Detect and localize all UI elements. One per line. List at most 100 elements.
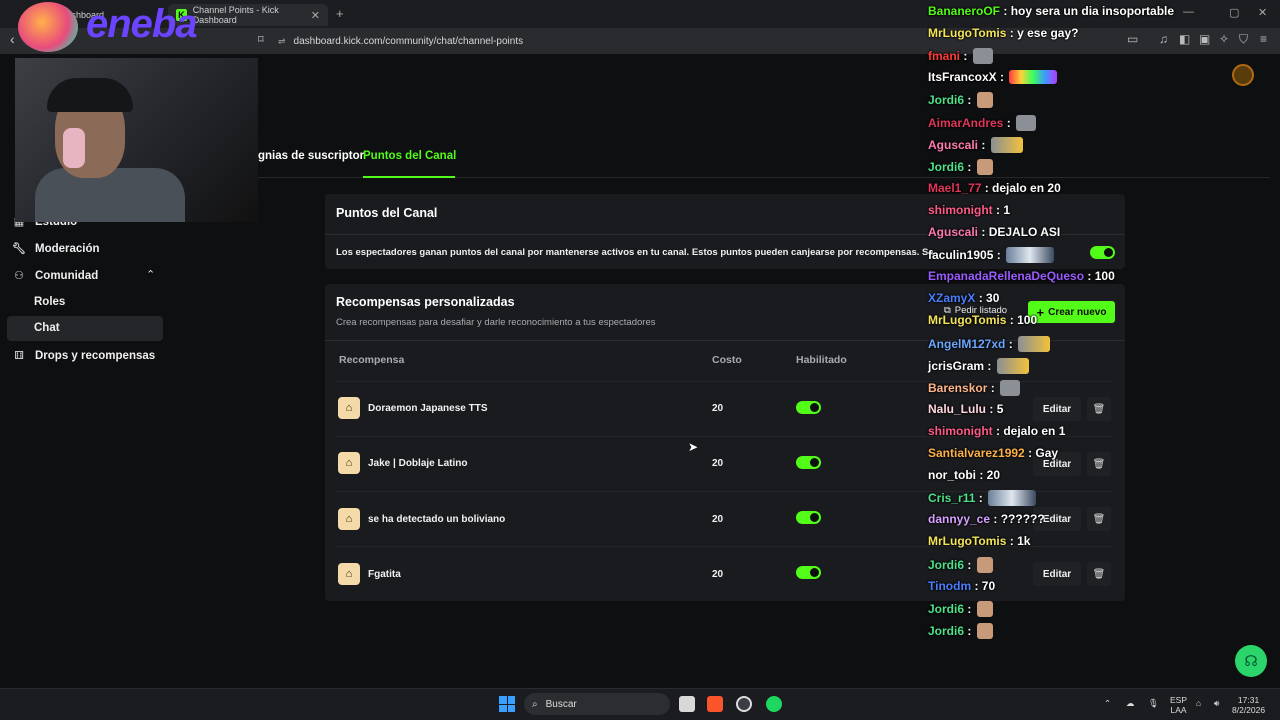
support-chat-icon[interactable]: ☊ [1235, 645, 1267, 677]
chat-username[interactable]: Jordi6 [928, 93, 964, 107]
column-header-cost: Costo [712, 354, 742, 366]
chat-separator: : [964, 623, 975, 638]
sidebar-item-chat[interactable]: Chat [34, 322, 60, 334]
chat-username[interactable]: shimonight [928, 203, 993, 217]
chat-username[interactable]: faculin1905 [928, 248, 993, 262]
reward-enabled-toggle[interactable] [796, 566, 821, 579]
taskbar-search[interactable]: ⌕ Buscar [524, 693, 670, 715]
sidebar-icon[interactable]: ◧ [1179, 32, 1190, 46]
mic-icon[interactable]: 🎙︎ [1148, 698, 1159, 708]
url-field[interactable]: ⇌ dashboard.kick.com/community/chat/chan… [278, 32, 918, 50]
chat-username[interactable]: AimarAndres [928, 116, 1003, 130]
wrench-icon: 🔧︎ [12, 243, 26, 255]
menu-icon[interactable]: ≡ [1260, 32, 1267, 46]
chat-username[interactable]: Jordi6 [928, 624, 964, 638]
chat-username[interactable]: Aguscali [928, 138, 978, 152]
chat-username[interactable]: ItsFrancoxX [928, 70, 997, 84]
bookmark-icon[interactable]: ⌑ [258, 33, 264, 46]
tab-channel-points-nav[interactable]: Puntos del Canal [363, 150, 456, 162]
chat-username[interactable]: Cris_r11 [928, 491, 975, 505]
chat-username[interactable]: Jordi6 [928, 160, 964, 174]
file-explorer-icon[interactable] [679, 696, 695, 712]
music-icon[interactable]: ♫ [1159, 32, 1168, 46]
sidebar-item-roles[interactable]: Roles [34, 296, 65, 308]
brave-icon[interactable] [707, 696, 723, 712]
site-info-icon[interactable]: ⇌ [278, 36, 286, 47]
chat-username[interactable]: Mael1_77 [928, 181, 981, 195]
chat-emote-icon [996, 357, 1029, 374]
network-icon[interactable]: ⌂ [1196, 698, 1201, 708]
chat-username[interactable]: Aguscali [928, 225, 978, 239]
mouse-cursor-icon: ➤ [688, 440, 699, 454]
chat-separator: : [976, 468, 987, 483]
chat-username[interactable]: EmpanadaRellenaDeQueso [928, 269, 1084, 283]
reader-icon[interactable]: ▭ [1127, 32, 1138, 46]
spotify-icon[interactable] [766, 696, 782, 712]
reward-enabled-toggle[interactable] [796, 511, 821, 524]
edit-button[interactable]: Editar [1033, 562, 1081, 586]
chat-username[interactable]: dannyy_ce [928, 512, 990, 526]
maximize-icon[interactable]: ▢ [1229, 6, 1239, 19]
plus-icon: + [1036, 304, 1045, 320]
chat-username[interactable]: MrLugoTomis [928, 313, 1006, 327]
chat-username[interactable]: BananeroOF [928, 4, 1000, 18]
tray-chevron-icon[interactable]: ⌃ [1104, 698, 1111, 708]
chat-separator: : [1084, 269, 1095, 284]
new-tab-icon[interactable]: + [336, 6, 344, 21]
volume-icon[interactable]: 🔊︎ [1214, 698, 1219, 708]
chat-username[interactable]: Barenskor [928, 381, 987, 395]
chat-separator: : [1000, 4, 1011, 18]
chat-username[interactable]: Jordi6 [928, 558, 964, 572]
chevron-up-icon[interactable]: ⌃ [146, 268, 155, 281]
chat-username[interactable]: nor_tobi [928, 468, 976, 482]
shield-icon[interactable]: ⛉ [1239, 32, 1248, 47]
chat-separator: : [992, 202, 1004, 217]
reward-enabled-toggle[interactable] [796, 456, 821, 469]
channel-points-toggle[interactable] [1090, 246, 1115, 259]
chat-message: BananeroOF : hoy sera un dia insoportabl… [928, 4, 1174, 18]
chat-username[interactable]: MrLugoTomis [928, 26, 1006, 40]
chat-username[interactable]: XZamyX [928, 291, 975, 305]
sidebar-item-comunidad[interactable]: ⚇ Comunidad [12, 269, 98, 283]
edit-button[interactable]: Editar [1033, 397, 1081, 421]
create-new-button[interactable]: + Crear nuevo [1028, 301, 1115, 323]
reward-enabled-toggle[interactable] [796, 401, 821, 414]
chat-username[interactable]: jcrisGram [928, 359, 984, 373]
close-window-icon[interactable]: ✕ [1258, 6, 1267, 19]
chat-username[interactable]: AngelM127xd [928, 337, 1005, 351]
trash-icon[interactable]: 🗑︎ [1087, 397, 1111, 421]
wallet-icon[interactable]: ▣ [1199, 32, 1210, 46]
cloud-icon[interactable]: ☁ [1126, 698, 1135, 708]
windows-start-icon[interactable] [499, 696, 515, 712]
ai-icon[interactable]: ✧ [1219, 32, 1229, 46]
trash-icon[interactable]: 🗑︎ [1087, 452, 1111, 476]
chat-username[interactable]: Jordi6 [928, 602, 964, 616]
user-avatar[interactable] [1232, 64, 1254, 86]
language-indicator[interactable]: ESP LAA [1170, 695, 1187, 715]
chat-username[interactable]: Santialvarez1992 [928, 446, 1025, 460]
chat-username[interactable]: MrLugoTomis [928, 534, 1006, 548]
sidebar-item-moderacion[interactable]: 🔧︎ Moderación [12, 242, 100, 256]
chat-username[interactable]: Tinodm [928, 579, 971, 593]
chat-separator: : [1006, 313, 1018, 328]
gift-icon: ⚅ [14, 350, 24, 362]
trash-icon[interactable]: 🗑︎ [1087, 507, 1111, 531]
chat-text: 1k [1017, 534, 1031, 549]
chat-separator: : [978, 225, 989, 239]
chat-username[interactable]: Nalu_Lulu [928, 402, 986, 416]
chat-emote-icon [1016, 114, 1037, 131]
chat-emote-icon [1006, 247, 1055, 264]
sidebar-item-drops[interactable]: ⚅ Drops y recompensas [12, 349, 155, 363]
clock[interactable]: 17:31 8/2/2026 [1232, 695, 1265, 715]
chat-message: AngelM127xd : [928, 335, 1051, 352]
chat-username[interactable]: shimonight [928, 424, 993, 438]
chat-message: ItsFrancoxX : [928, 70, 1058, 85]
minimize-icon[interactable]: — [1183, 6, 1194, 18]
chat-username[interactable]: fmani [928, 49, 960, 63]
back-icon[interactable]: ‹ [10, 31, 15, 47]
tab-subscriber-campaigns[interactable]: gnias de suscriptor [258, 150, 364, 162]
tab-close-icon[interactable]: ✕ [311, 9, 320, 22]
trash-icon[interactable]: 🗑︎ [1087, 562, 1111, 586]
chat-message: EmpanadaRellenaDeQueso : 100 [928, 269, 1115, 283]
obs-icon[interactable] [736, 696, 752, 712]
